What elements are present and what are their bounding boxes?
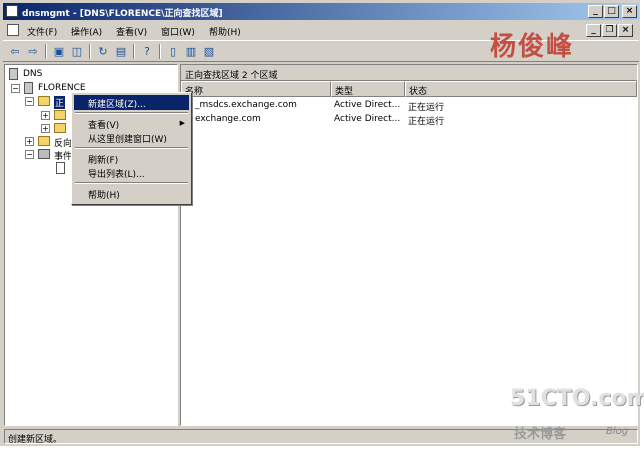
mdi-child-icon[interactable]: [7, 24, 19, 36]
refresh-icon[interactable]: ↻: [95, 44, 111, 59]
close-button[interactable]: ×: [622, 5, 637, 18]
title-bar[interactable]: dnsmgmt - [DNS\FLORENCE\正向查找区域] _ □ ×: [3, 3, 639, 20]
zone-type: Active Direct...: [334, 100, 401, 110]
zone-name: exchange.com: [195, 114, 261, 124]
app-icon: [6, 5, 18, 17]
menu-new-window[interactable]: 从这里创建窗口(W): [74, 130, 189, 145]
export-list-icon[interactable]: ▤: [113, 44, 129, 59]
menu-separator: [75, 182, 188, 184]
context-menu: 新建区域(Z)... 查看(V) ▶ 从这里创建窗口(W) 刷新(F) 导出列表…: [71, 92, 192, 205]
mdi-minimize-button[interactable]: _: [586, 24, 601, 37]
expand-icon[interactable]: +: [25, 137, 34, 146]
menu-separator: [75, 112, 188, 114]
menu-view-submenu[interactable]: 查看(V) ▶: [74, 116, 189, 131]
menu-help[interactable]: 帮助(H): [209, 25, 241, 38]
event-viewer-icon: [38, 149, 50, 159]
status-text: 创建新区域。: [8, 435, 63, 445]
details-pane[interactable]: 正向查找区域 2 个区域 名称 类型 状态 _msdcs.exchange.co…: [180, 64, 638, 426]
zone-icon: [54, 123, 66, 133]
menu-view[interactable]: 查看(V): [116, 25, 147, 38]
column-name[interactable]: 名称: [181, 81, 331, 97]
menu-export-list[interactable]: 导出列表(L)...: [74, 165, 189, 180]
menu-file[interactable]: 文件(F): [27, 25, 57, 38]
submenu-arrow-icon: ▶: [179, 119, 185, 127]
zone-type: Active Direct...: [334, 114, 401, 124]
menu-separator: [75, 147, 188, 149]
folder-icon[interactable]: ▧: [201, 44, 217, 59]
collapse-icon[interactable]: −: [11, 84, 20, 93]
column-status[interactable]: 状态: [405, 81, 637, 97]
author-watermark: 杨俊峰: [490, 32, 575, 62]
help-icon[interactable]: ?: [139, 44, 155, 59]
table-row[interactable]: exchange.com Active Direct... 正在运行: [181, 112, 637, 127]
server-icon[interactable]: ▯: [165, 44, 181, 59]
table-row[interactable]: _msdcs.exchange.com Active Direct... 正在运…: [181, 98, 637, 113]
menu-refresh[interactable]: 刷新(F): [74, 151, 189, 166]
zone-icon: [54, 110, 66, 120]
menu-new-zone[interactable]: 新建区域(Z)...: [74, 95, 189, 110]
expand-icon[interactable]: +: [41, 111, 50, 120]
log-icon: [56, 162, 65, 174]
menu-window[interactable]: 窗口(W): [161, 25, 195, 38]
tree-forward-zones[interactable]: 正: [54, 96, 66, 109]
dns-icon: [9, 68, 18, 80]
tree-root-dns[interactable]: DNS: [23, 69, 42, 79]
records-icon[interactable]: ▥: [183, 44, 199, 59]
details-header-text: 正向查找区域 2 个区域: [185, 71, 278, 81]
back-icon[interactable]: ⇦: [7, 44, 23, 59]
show-hide-tree-icon[interactable]: ◫: [69, 44, 85, 59]
site-watermark: 51CTO.com: [510, 386, 644, 411]
zone-status: 正在运行: [408, 117, 445, 127]
site-sub-watermark: 技术博客: [514, 427, 567, 442]
tree-event-viewer[interactable]: 事件: [54, 149, 72, 162]
zone-name: _msdcs.exchange.com: [195, 100, 297, 110]
toolbar-separator: [133, 44, 135, 59]
details-header: 正向查找区域 2 个区域: [181, 65, 637, 81]
folder-icon: [38, 136, 50, 146]
window-title: dnsmgmt - [DNS\FLORENCE\正向查找区域]: [22, 9, 223, 19]
up-one-level-icon[interactable]: ▣: [51, 44, 67, 59]
mdi-restore-button[interactable]: ❐: [602, 24, 617, 37]
toolbar-separator: [89, 44, 91, 59]
toolbar-separator: [45, 44, 47, 59]
collapse-icon[interactable]: −: [25, 97, 34, 106]
toolbar-separator: [159, 44, 161, 59]
collapse-icon[interactable]: −: [25, 150, 34, 159]
menu-action[interactable]: 操作(A): [71, 25, 102, 38]
column-type[interactable]: 类型: [331, 81, 405, 97]
folder-icon: [38, 96, 50, 106]
maximize-button[interactable]: □: [604, 5, 619, 18]
app-window: dnsmgmt - [DNS\FLORENCE\正向查找区域] _ □ × 文件…: [0, 0, 644, 446]
blog-watermark: Blog: [606, 426, 629, 437]
menu-help-item[interactable]: 帮助(H): [74, 186, 189, 201]
mdi-close-button[interactable]: ×: [618, 24, 633, 37]
tree-reverse-zones[interactable]: 反向: [54, 136, 72, 149]
minimize-button[interactable]: _: [588, 5, 603, 18]
expand-icon[interactable]: +: [41, 124, 50, 133]
forward-icon[interactable]: ⇨: [25, 44, 41, 59]
server-node-icon: [24, 82, 33, 94]
